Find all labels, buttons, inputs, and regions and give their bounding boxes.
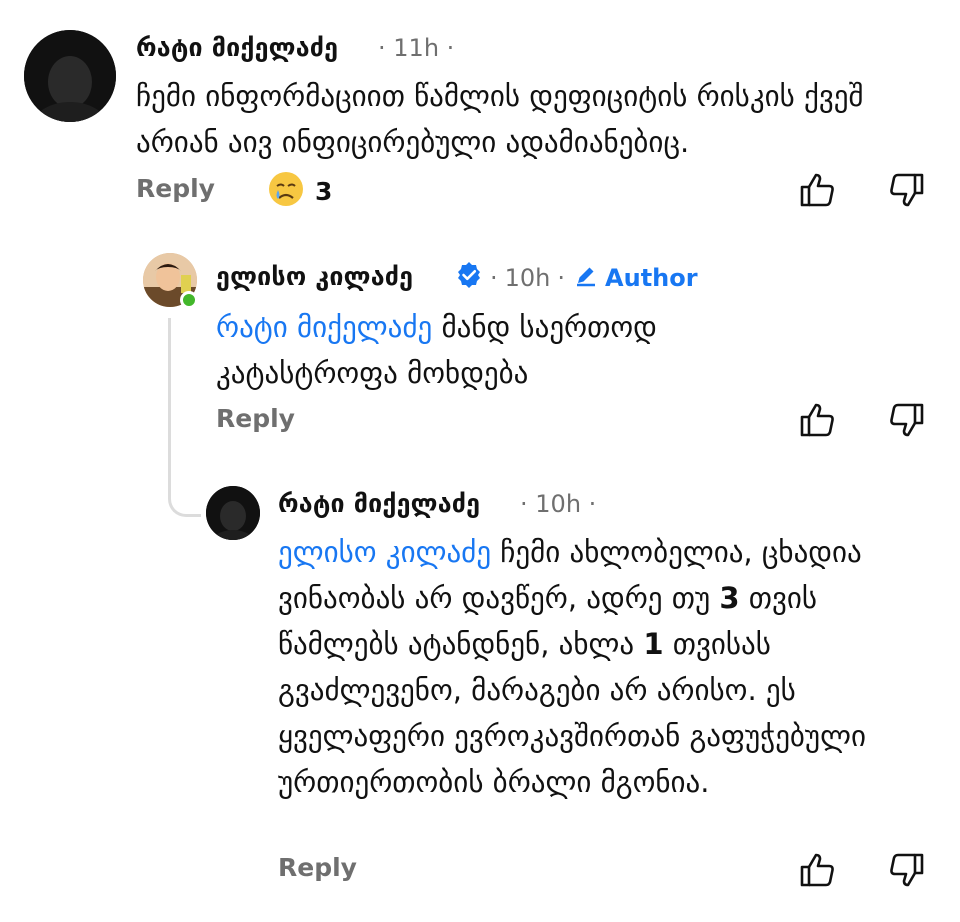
thumbs-up-icon [800, 403, 834, 437]
separator-dot: · [378, 34, 386, 62]
avatar[interactable] [206, 486, 260, 540]
reply-button[interactable]: Reply [216, 404, 295, 433]
reaction-summary[interactable]: 3 [267, 170, 332, 212]
thumbs-up-icon [800, 173, 834, 207]
comment-time[interactable]: 10h [505, 264, 551, 292]
comment-author[interactable]: რატი მიქელაძე [278, 489, 480, 518]
dislike-button[interactable] [886, 170, 926, 214]
comment-text: ელისო კილაძე ჩემი ახლობელია, ცხადია ვინა… [278, 529, 938, 805]
avatar[interactable] [24, 30, 116, 122]
online-status-dot [180, 291, 198, 309]
comment-meta: · 10h · Author [490, 263, 698, 293]
comment-meta: · 10h · [520, 490, 596, 518]
comment-number: 3 [719, 581, 740, 615]
comment-number: 1 [643, 627, 664, 661]
comment-meta: · 11h · [378, 34, 454, 62]
separator-dot: · [588, 490, 597, 518]
mention-link[interactable]: ელისო კილაძე [278, 535, 491, 569]
thumbs-up-icon [800, 853, 834, 887]
thumbs-down-icon [890, 403, 924, 437]
like-button[interactable] [798, 170, 838, 214]
separator-dot: · [446, 34, 455, 62]
crying-face-icon [267, 170, 305, 212]
dislike-button[interactable] [886, 400, 926, 444]
author-badge: Author [605, 264, 698, 292]
dislike-button[interactable] [886, 850, 926, 894]
thumbs-down-icon [890, 173, 924, 207]
comment-text: ჩემი ინფორმაციით წამლის დეფიციტის რისკის… [136, 79, 864, 159]
pencil-icon [574, 263, 598, 293]
comment-author[interactable]: რატი მიქელაძე [136, 33, 338, 62]
thumbs-down-icon [890, 853, 924, 887]
comment-text: რატი მიქელაძე მანდ საერთოდ კატასტროფა მო… [216, 304, 776, 396]
like-button[interactable] [798, 850, 838, 894]
reaction-count: 3 [315, 176, 333, 206]
thread-connector [168, 318, 201, 517]
separator-dot: · [520, 490, 528, 518]
comment-author[interactable]: ელისო კილაძე [216, 262, 413, 291]
comment-time[interactable]: 11h [393, 34, 439, 62]
comment-time[interactable]: 10h [535, 490, 581, 518]
reply-button[interactable]: Reply [136, 174, 215, 203]
separator-dot: · [557, 264, 566, 292]
mention-link[interactable]: რატი მიქელაძე [216, 310, 432, 344]
like-button[interactable] [798, 400, 838, 444]
reply-button[interactable]: Reply [278, 853, 357, 882]
separator-dot: · [490, 264, 498, 292]
verified-badge-icon [455, 261, 483, 293]
